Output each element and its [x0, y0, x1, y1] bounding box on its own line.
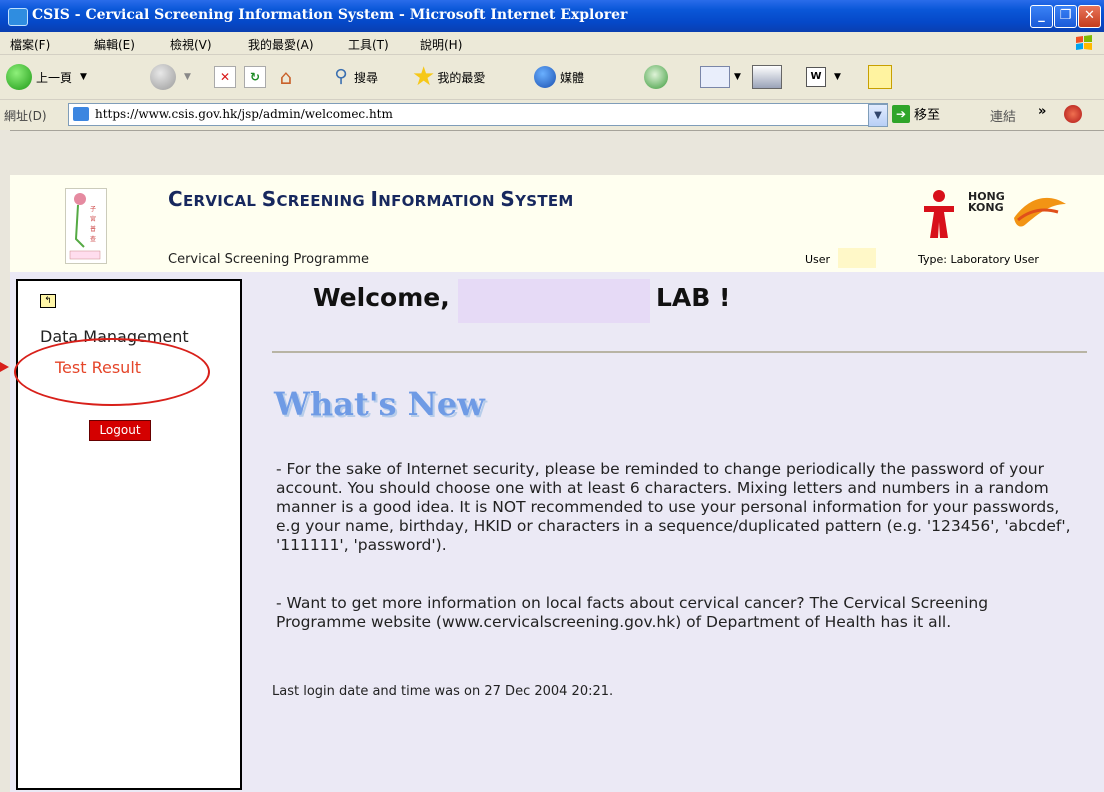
forward-button[interactable]: ▼ — [150, 63, 191, 91]
logout-button[interactable]: Logout — [89, 420, 151, 441]
annotation-arrow-icon — [0, 362, 9, 372]
svg-text:普: 普 — [90, 225, 96, 233]
search-label: 搜尋 — [354, 70, 379, 85]
go-button[interactable]: ➔ 移至 — [892, 104, 940, 123]
search-icon: ⚲ — [334, 66, 348, 87]
address-label: 網址(D) — [4, 109, 47, 123]
back-label: 上一頁 — [36, 70, 73, 85]
menu-view[interactable]: 檢視(V) — [170, 36, 212, 53]
news-item-website: - Want to get more information on local … — [276, 594, 989, 631]
svg-text:查: 查 — [90, 235, 96, 243]
url-dropdown-button[interactable]: ▼ — [868, 104, 888, 127]
menu-file[interactable]: 檔案(F) — [10, 36, 50, 53]
favorites-button[interactable]: ★ 我的最愛 — [412, 63, 485, 91]
welcome-username-box — [458, 279, 650, 323]
history-icon — [644, 65, 668, 89]
menu-bar: 檔案(F) 編輯(E) 檢視(V) 我的最愛(A) 工具(T) 說明(H) — [0, 32, 1104, 55]
mail-icon — [700, 66, 730, 88]
addon-icon[interactable] — [1064, 105, 1082, 123]
whats-new-heading: What's New — [274, 385, 485, 423]
hong-kong-brand-logo: HONG KONG — [918, 188, 1068, 238]
news-item-security: - For the sake of Internet security, ple… — [276, 460, 1071, 554]
go-label: 移至 — [914, 108, 941, 123]
svg-text:子: 子 — [90, 206, 96, 213]
home-icon: ⌂ — [279, 65, 293, 89]
forward-arrow-icon — [150, 64, 176, 90]
user-type-label: Type: Laboratory User — [918, 253, 1039, 266]
programme-name: Cervical Screening Programme — [168, 252, 370, 267]
last-login-info: Last login date and time was on 27 Dec 2… — [272, 684, 614, 699]
refresh-button[interactable]: ↻ — [244, 63, 266, 91]
word-icon: W — [806, 67, 826, 87]
site-title: CERVICAL SCREENING INFORMATION SYSTEM — [168, 187, 574, 211]
url-input[interactable]: https://www.csis.gov.hk/jsp/admin/welcom… — [68, 103, 888, 126]
dropdown-icon: ▼ — [80, 72, 87, 82]
menu-edit[interactable]: 編輯(E) — [94, 36, 135, 53]
toolbar: 上一頁 ▼ ▼ ✕ ↻ ⌂ ⚲ 搜尋 ★ 我的最愛 媒體 ▼ W ▼ — [0, 55, 1104, 100]
divider — [272, 351, 1087, 353]
welcome-lab-suffix: LAB ! — [656, 283, 731, 312]
note-icon — [868, 65, 892, 89]
dropdown-icon: ▼ — [734, 72, 741, 82]
page-icon — [73, 107, 89, 121]
close-button[interactable]: ✕ — [1078, 5, 1101, 28]
media-label: 媒體 — [560, 70, 585, 85]
minimize-button[interactable]: _ — [1030, 5, 1053, 28]
media-icon — [534, 66, 556, 88]
folder-up-icon[interactable]: ↰ — [40, 294, 56, 308]
menu-tools[interactable]: 工具(T) — [348, 36, 389, 53]
annotation-highlight-ellipse — [14, 338, 210, 406]
history-button[interactable] — [644, 63, 668, 91]
welcome-greeting: Welcome, — [313, 283, 450, 312]
print-icon — [752, 65, 782, 89]
user-label: User — [805, 253, 831, 266]
svg-text:宮: 宮 — [90, 215, 96, 223]
favorites-star-icon: ★ — [412, 62, 436, 92]
window-titlebar[interactable]: CSIS - Cervical Screening Information Sy… — [0, 0, 1104, 32]
url-text: https://www.csis.gov.hk/jsp/admin/welcom… — [95, 107, 393, 121]
ie-icon — [8, 8, 28, 26]
go-arrow-icon: ➔ — [892, 104, 910, 123]
favorites-label: 我的最愛 — [437, 70, 486, 85]
refresh-icon: ↻ — [244, 66, 266, 88]
cervical-programme-logo: 子 宮 普 查 — [65, 188, 107, 264]
search-button[interactable]: ⚲ 搜尋 — [330, 63, 378, 91]
maximize-button[interactable]: ❐ — [1054, 5, 1077, 28]
menu-help[interactable]: 說明(H) — [420, 36, 462, 53]
windows-logo-icon — [1070, 34, 1098, 52]
user-name-field — [838, 248, 876, 268]
page-left-gutter — [0, 130, 10, 792]
edit-button[interactable]: W ▼ — [806, 63, 841, 91]
stop-icon: ✕ — [214, 66, 236, 88]
links-more-button[interactable]: » — [1038, 104, 1046, 119]
menu-favorites[interactable]: 我的最愛(A) — [248, 36, 314, 53]
dropdown-icon: ▼ — [834, 72, 841, 82]
home-button[interactable]: ⌂ — [274, 63, 298, 91]
media-button[interactable]: 媒體 — [534, 63, 584, 91]
back-arrow-icon — [6, 64, 32, 90]
stop-button[interactable]: ✕ — [214, 63, 236, 91]
window-title: CSIS - Cervical Screening Information Sy… — [32, 7, 628, 23]
mail-button[interactable]: ▼ — [700, 63, 741, 91]
back-button[interactable]: 上一頁 ▼ — [6, 63, 87, 91]
links-label[interactable]: 連結 — [990, 106, 1016, 125]
chevron-down-icon: ▼ — [874, 110, 882, 121]
hk-logo-text: HONG KONG — [968, 190, 1005, 214]
dropdown-icon: ▼ — [184, 72, 191, 82]
print-button[interactable] — [752, 63, 782, 91]
address-bar: 網址(D) https://www.csis.gov.hk/jsp/admin/… — [0, 100, 1104, 131]
messenger-button[interactable] — [868, 63, 892, 91]
